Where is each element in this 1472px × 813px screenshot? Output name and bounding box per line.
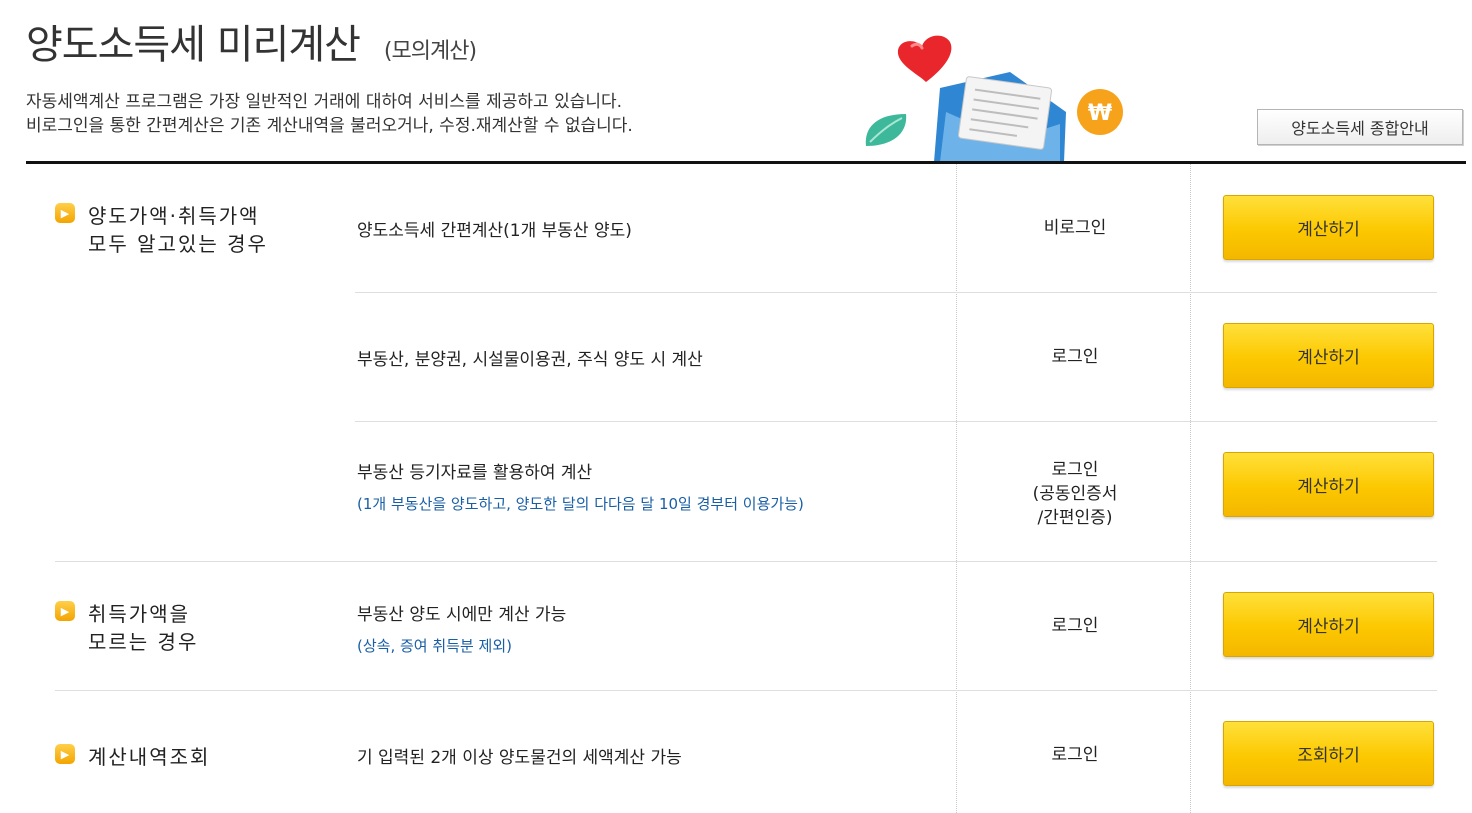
row-note: (1개 부동산을 양도하고, 양도한 달의 다다음 달 10일 경부터 이용가능… bbox=[357, 495, 804, 513]
section-divider bbox=[55, 690, 1437, 691]
category-unknown-price: ▶ 취득가액을 모르는 경우 bbox=[55, 600, 198, 656]
category-label: 취득가액을 모르는 경우 bbox=[88, 602, 199, 654]
login-requirement: 비로그인 bbox=[1043, 218, 1107, 238]
envelope-document-icon bbox=[934, 72, 1066, 162]
page-description: 자동세액계산 프로그램은 가장 일반적인 거래에 대하여 서비스를 제공하고 있… bbox=[26, 90, 633, 138]
column-divider-login bbox=[956, 164, 957, 813]
login-requirement: 로그인 bbox=[1051, 347, 1099, 367]
row-description-text: 부동산, 분양권, 시설물이용권, 주식 양도 시 계산 bbox=[357, 350, 703, 370]
won-coin-icon: ₩ bbox=[1077, 89, 1123, 135]
calculator-table: ▶ 양도가액·취득가액 모두 알고있는 경우 양도소득세 간편계산(1개 부동산… bbox=[55, 164, 1437, 813]
row-description-text: 부동산 양도 시에만 계산 가능 bbox=[357, 605, 567, 625]
calculate-button[interactable]: 계산하기 bbox=[1223, 452, 1434, 517]
login-requirement: 로그인 bbox=[1051, 745, 1099, 765]
category-known-prices: ▶ 양도가액·취득가액 모두 알고있는 경우 bbox=[55, 202, 268, 258]
row-description: 부동산, 분양권, 시설물이용권, 주식 양도 시 계산 bbox=[357, 345, 952, 370]
row-description: 양도소득세 간편계산(1개 부동산 양도) bbox=[357, 216, 952, 241]
bullet-arrow-icon: ▶ bbox=[55, 601, 75, 621]
row-note: (상속, 증여 취득분 제외) bbox=[357, 637, 512, 655]
row-description: 부동산 양도 시에만 계산 가능 (상속, 증여 취득분 제외) bbox=[357, 600, 952, 656]
login-requirement: 로그인 (공동인증서 /간편인증) bbox=[1032, 460, 1118, 528]
category-label: 계산내역조회 bbox=[88, 745, 211, 769]
description-line-1: 자동세액계산 프로그램은 가장 일반적인 거래에 대하여 서비스를 제공하고 있… bbox=[26, 92, 623, 112]
category-history: ▶ 계산내역조회 bbox=[55, 743, 210, 771]
category-label: 양도가액·취득가액 모두 알고있는 경우 bbox=[88, 204, 268, 256]
page-title: 양도소득세 미리계산 bbox=[26, 22, 361, 68]
heart-icon bbox=[897, 35, 952, 82]
row-description: 기 입력된 2개 이상 양도물건의 세액계산 가능 bbox=[357, 743, 952, 768]
row-description-text: 기 입력된 2개 이상 양도물건의 세액계산 가능 bbox=[357, 748, 682, 768]
bullet-arrow-icon: ▶ bbox=[55, 203, 75, 223]
row-description: 부동산 등기자료를 활용하여 계산 (1개 부동산을 양도하고, 양도한 달의 … bbox=[357, 458, 952, 514]
bullet-arrow-icon: ▶ bbox=[55, 744, 75, 764]
section-divider bbox=[55, 561, 1437, 562]
description-line-2: 비로그인을 통한 간편계산은 기존 계산내역을 불러오거나, 수정.재계산할 수… bbox=[26, 116, 633, 136]
svg-text:₩: ₩ bbox=[1088, 101, 1112, 126]
leaf-icon bbox=[865, 114, 907, 146]
lookup-button[interactable]: 조회하기 bbox=[1223, 721, 1434, 786]
page-subtitle: (모의계산) bbox=[383, 39, 477, 64]
header-illustration: ₩ bbox=[860, 28, 1130, 162]
tax-guide-button[interactable]: 양도소득세 종합안내 bbox=[1257, 109, 1463, 145]
calculate-button[interactable]: 계산하기 bbox=[1223, 323, 1434, 388]
row-description-text: 부동산 등기자료를 활용하여 계산 bbox=[357, 463, 593, 483]
row-description-text: 양도소득세 간편계산(1개 부동산 양도) bbox=[357, 221, 632, 241]
calculate-button[interactable]: 계산하기 bbox=[1223, 592, 1434, 657]
calculate-button[interactable]: 계산하기 bbox=[1223, 195, 1434, 260]
row-divider bbox=[355, 421, 1437, 422]
login-requirement: 로그인 bbox=[1051, 616, 1099, 636]
page-header: 양도소득세 미리계산 (모의계산) bbox=[26, 12, 477, 70]
row-divider bbox=[355, 292, 1437, 293]
